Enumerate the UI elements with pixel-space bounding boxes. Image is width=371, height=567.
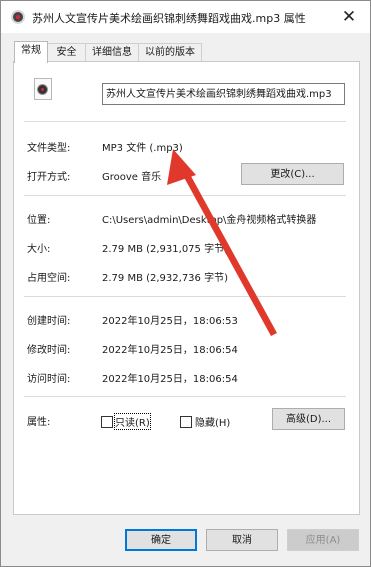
created-value: 2022年10月25日，18:06:53 [102,316,238,327]
accessed-label: 访问时间: [27,374,71,385]
close-icon[interactable]: ✕ [338,6,360,28]
mp3-file-icon [34,78,52,100]
hidden-label[interactable]: 隐藏(H) [195,414,230,429]
change-button[interactable]: 更改(C)... [241,163,344,185]
size-label: 大小: [27,244,51,255]
accessed-value: 2022年10月25日，18:06:54 [102,374,238,385]
file-type-value: MP3 文件 (.mp3) [102,143,183,154]
separator [24,296,346,297]
size-on-disk-label: 占用空间: [27,273,71,284]
hidden-checkbox[interactable] [180,416,192,428]
attributes-label: 属性: [27,417,51,428]
cancel-button[interactable]: 取消 [206,529,278,551]
tab-general[interactable]: 常规 [14,41,48,63]
created-label: 创建时间: [27,316,71,327]
audio-file-icon [13,12,23,22]
opens-with-value: Groove 音乐 [102,172,162,183]
tab-security[interactable]: 安全 [47,43,86,62]
general-panel: 苏州人文宣传片美术绘画织锦刺绣舞蹈戏曲戏.mp3 文件类型: MP3 文件 (.… [13,61,360,515]
size-on-disk-value: 2.79 MB (2,932,736 字节) [102,273,228,284]
location-label: 位置: [27,215,51,226]
readonly-checkbox[interactable] [101,416,113,428]
readonly-label[interactable]: 只读(R) [114,413,151,430]
modified-value: 2022年10月25日，18:06:54 [102,345,238,356]
location-value: C:\Users\admin\Desktop\金舟视频格式转换器 [102,215,317,226]
properties-dialog: 苏州人文宣传片美术绘画织锦刺绣舞蹈戏曲戏.mp3 属性 ✕ 常规 安全 详细信息… [0,0,371,567]
window-title: 苏州人文宣传片美术绘画织锦刺绣舞蹈戏曲戏.mp3 属性 [32,12,306,25]
file-type-label: 文件类型: [27,143,71,154]
opens-with-label: 打开方式: [27,172,71,183]
separator [24,121,346,122]
apply-button[interactable]: 应用(A) [287,529,359,551]
ok-button[interactable]: 确定 [125,529,197,551]
modified-label: 修改时间: [27,345,71,356]
size-value: 2.79 MB (2,931,075 字节) [102,244,228,255]
advanced-button[interactable]: 高级(D)... [272,408,345,430]
separator [24,195,346,196]
tab-details[interactable]: 详细信息 [85,43,139,62]
tab-previous-versions[interactable]: 以前的版本 [138,43,202,62]
file-name-field[interactable]: 苏州人文宣传片美术绘画织锦刺绣舞蹈戏曲戏.mp3 [102,83,345,105]
separator [24,396,346,397]
title-bar: 苏州人文宣传片美术绘画织锦刺绣舞蹈戏曲戏.mp3 属性 ✕ [1,1,370,33]
